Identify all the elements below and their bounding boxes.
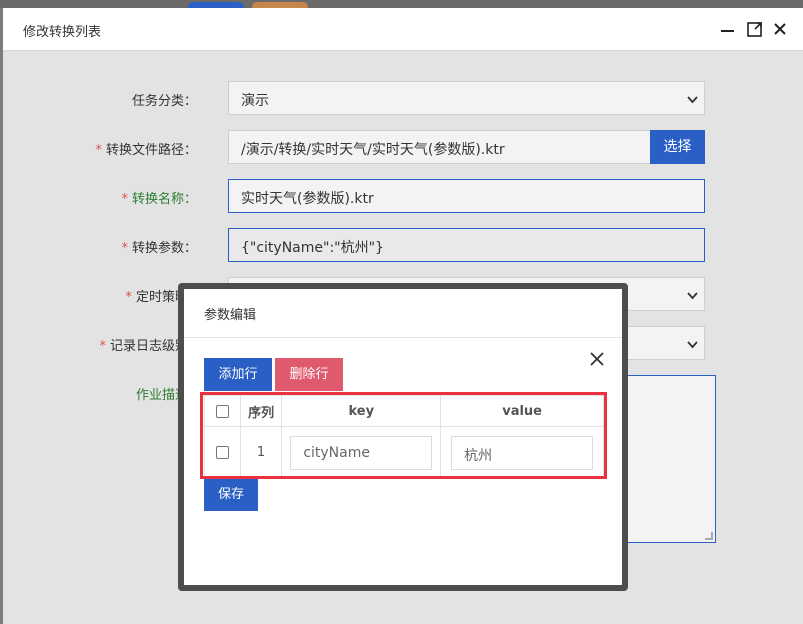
minimize-icon[interactable] [719,20,737,38]
required-mark: * [99,339,106,354]
dialog-header: 修改转换列表 [3,8,803,51]
name-label: * 转换名称： [121,192,197,207]
required-mark: * [121,192,128,207]
column-header: 序列 [239,395,283,427]
select-all-checkbox[interactable] [215,404,229,418]
row-checkbox[interactable] [215,446,229,459]
category-select[interactable]: 演示 [228,81,705,115]
maximize-icon[interactable] [746,20,764,38]
params-row: * 转换参数： {"cityName":"杭州"} [3,228,803,262]
table-header-row: 序列 key value [204,395,604,427]
name-row: * 转换名称： 实时天气(参数版).ktr [3,179,803,213]
path-label: * 转换文件路径： [95,143,197,158]
row-select-cell [204,426,241,479]
required-mark: * [125,290,132,305]
category-value: 演示 [241,93,269,109]
params-label: * 转换参数： [121,241,197,256]
row-index: 1 [239,426,283,479]
chevron-down-icon [687,338,698,349]
chevron-down-icon [687,289,698,300]
resize-handle-icon[interactable] [705,532,713,540]
log-level-label: * 记录日志级别 [99,339,188,354]
path-input[interactable]: /演示/转换/实时天气/实时天气(参数版).ktr [228,130,651,164]
column-header: value [440,395,604,427]
required-mark: * [95,143,102,158]
close-icon[interactable] [771,20,789,38]
value-cell: 杭州 [440,426,604,479]
choose-file-button[interactable]: 选择 [650,130,705,164]
chevron-down-icon [687,93,698,104]
add-row-button[interactable]: 添加行 [204,358,272,391]
delete-row-button[interactable]: 删除行 [275,358,343,391]
category-label: 任务分类： [131,94,197,109]
table-row: 1 cityName 杭州 [204,426,604,479]
param-editor-modal: 参数编辑 添加行 删除行 序列 key value 1 cityName 杭州 … [184,289,622,585]
key-input[interactable]: cityName [290,435,433,470]
divider [184,337,622,338]
select-all-cell [204,395,241,427]
param-table: 序列 key value 1 cityName 杭州 [204,395,604,479]
key-cell: cityName [281,426,442,479]
background-page [0,0,803,12]
modal-title: 参数编辑 [204,308,257,323]
close-icon[interactable] [588,350,606,368]
category-row: 任务分类： 演示 [3,81,803,115]
path-row: * 转换文件路径： /演示/转换/实时天气/实时天气(参数版).ktr 选择 [3,130,803,164]
value-input[interactable]: 杭州 [451,435,594,470]
name-input[interactable]: 实时天气(参数版).ktr [228,179,705,213]
params-input[interactable]: {"cityName":"杭州"} [228,228,705,262]
column-header: key [281,395,442,427]
save-button[interactable]: 保存 [204,478,258,511]
dialog-title: 修改转换列表 [23,25,102,40]
required-mark: * [121,241,128,256]
